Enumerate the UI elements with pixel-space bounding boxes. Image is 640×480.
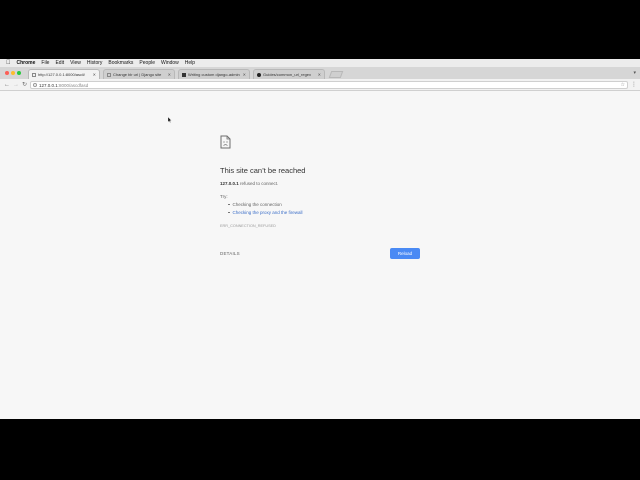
url-text[interactable]: 127.0.0.1:8000/ascdfasd xyxy=(39,83,88,88)
tab-active[interactable]: http://127.0.0.1:8000/ascii/ ✕ xyxy=(28,69,100,79)
menu-edit[interactable]: Edit xyxy=(55,59,64,67)
django-icon xyxy=(182,72,186,77)
menu-help[interactable]: Help xyxy=(185,59,195,67)
tab-title: Guides/common_url_regex xyxy=(263,72,312,77)
address-bar[interactable]: 127.0.0.1:8000/ascdfasd ☆ xyxy=(30,81,628,89)
error-message: refused to connect. xyxy=(238,181,279,186)
close-icon[interactable]: ✕ xyxy=(93,72,96,77)
tab-title: Writing custom django-admin xyxy=(188,72,240,77)
minimize-window-button[interactable] xyxy=(11,71,15,75)
suggestion-link[interactable]: Checking the proxy and the firewall xyxy=(233,210,303,215)
macos-menubar:  Chrome File Edit View History Bookmark… xyxy=(0,59,640,67)
page-icon xyxy=(32,72,36,77)
tab-strip: http://127.0.0.1:8000/ascii/ ✕ Change bl… xyxy=(0,67,640,79)
suggestion-proxy-firewall[interactable]: Checking the proxy and the firewall xyxy=(228,210,303,215)
menu-history[interactable]: History xyxy=(87,59,103,67)
profile-icon[interactable]: ▾ xyxy=(633,70,636,76)
menu-view[interactable]: View xyxy=(70,59,81,67)
browser-toolbar: ← → ↻ 127.0.0.1:8000/ascdfasd ☆ ⋮ xyxy=(0,79,640,91)
error-description: 127.0.0.1 refused to connect. xyxy=(220,181,278,186)
info-icon[interactable] xyxy=(33,83,37,87)
try-label: Try: xyxy=(220,194,228,199)
tab-writing-custom[interactable]: Writing custom django-admin ✕ xyxy=(178,69,250,79)
menu-bookmarks[interactable]: Bookmarks xyxy=(108,59,133,67)
back-arrow-icon[interactable]: ← xyxy=(4,81,10,89)
error-code: ERR_CONNECTION_REFUSED xyxy=(220,224,276,228)
reload-button[interactable]: Reload xyxy=(390,248,420,259)
suggestion-text: Checking the connection xyxy=(232,202,282,207)
close-window-button[interactable] xyxy=(5,71,9,75)
page-icon xyxy=(107,72,111,77)
menu-icon[interactable]: ⋮ xyxy=(631,81,637,89)
zoom-window-button[interactable] xyxy=(17,71,21,75)
tab-title: http://127.0.0.1:8000/ascii/ xyxy=(38,72,85,77)
bullet-icon xyxy=(228,211,230,214)
tab-github-guides[interactable]: Guides/common_url_regex ✕ xyxy=(253,69,325,79)
close-icon[interactable]: ✕ xyxy=(318,72,321,77)
menu-chrome[interactable]: Chrome xyxy=(17,59,36,67)
github-icon xyxy=(257,72,261,77)
menu-file[interactable]: File xyxy=(41,59,49,67)
menu-window[interactable]: Window xyxy=(161,59,179,67)
details-button[interactable]: DETAILS xyxy=(220,251,240,256)
new-tab-button[interactable] xyxy=(328,71,344,78)
browser-screen:  Chrome File Edit View History Bookmark… xyxy=(0,59,640,419)
bookmark-star-icon[interactable]: ☆ xyxy=(621,82,625,89)
forward-arrow-icon[interactable]: → xyxy=(13,81,19,89)
close-icon[interactable]: ✕ xyxy=(243,72,246,77)
window-controls xyxy=(5,71,21,75)
error-host: 127.0.0.1 xyxy=(220,181,239,186)
menu-people[interactable]: People xyxy=(139,59,155,67)
close-icon[interactable]: ✕ xyxy=(168,72,171,77)
sad-page-icon xyxy=(220,135,231,149)
mouse-cursor-icon xyxy=(168,117,172,123)
tab-change-url[interactable]: Change blr url | Django site ✕ xyxy=(103,69,175,79)
suggestion-connection: Checking the connection xyxy=(228,202,282,207)
error-title: This site can’t be reached xyxy=(220,166,306,175)
reload-icon[interactable]: ↻ xyxy=(22,81,27,89)
apple-icon[interactable]:  xyxy=(6,59,11,67)
tab-title: Change blr url | Django site xyxy=(113,72,162,77)
bullet-icon xyxy=(228,203,230,206)
